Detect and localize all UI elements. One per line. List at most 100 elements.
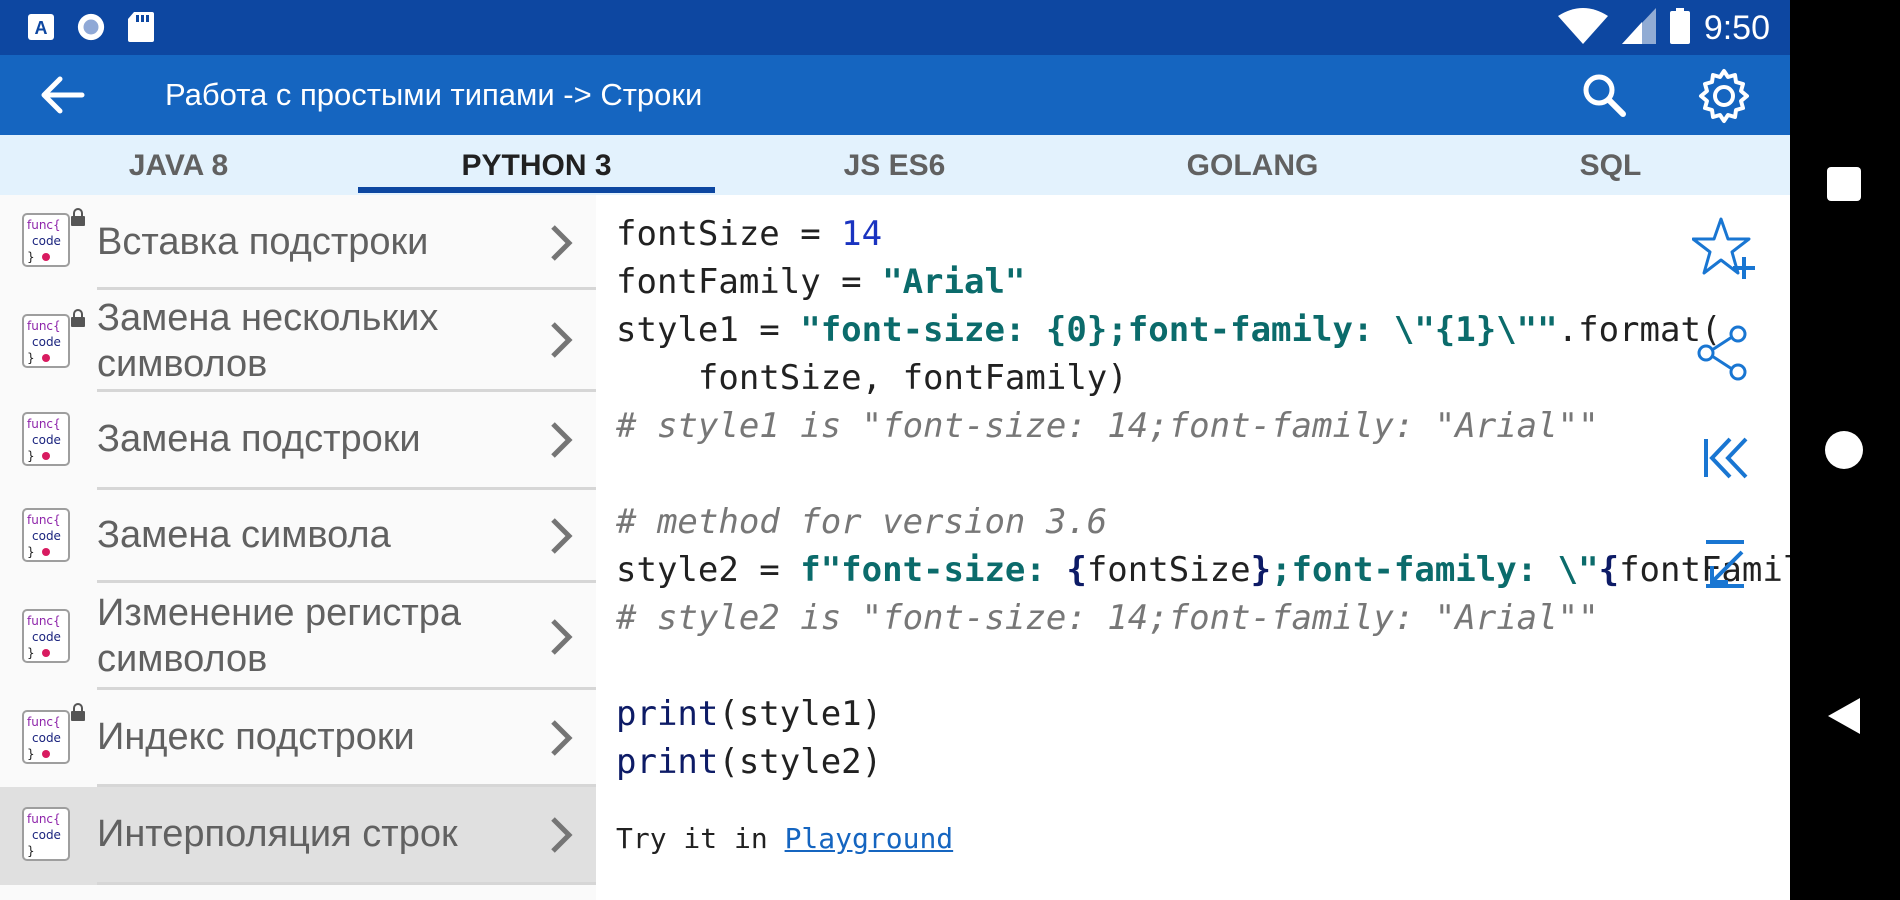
svg-text:func{: func{ (27, 513, 61, 527)
func-code-icon: func{ code } (22, 314, 70, 368)
first-page-button[interactable] (1692, 425, 1758, 491)
collapse-button[interactable] (1692, 530, 1758, 596)
func-code-icon: func{ code } (22, 710, 70, 764)
record-notification-icon (76, 12, 106, 42)
tab-golang[interactable]: GOLANG (1074, 135, 1431, 195)
svg-text:}: } (27, 545, 35, 559)
list-item-label: Замена символа (97, 514, 391, 556)
lock-icon (71, 208, 85, 226)
func-code-icon: func{ code } (22, 213, 70, 267)
svg-text:code: code (32, 731, 61, 745)
svg-text:func{: func{ (27, 715, 61, 729)
func-code-icon: func{ code } (22, 609, 70, 663)
language-tabs: JAVA 8 PYTHON 3 JS ES6 GOLANG SQL (0, 135, 1790, 195)
list-item-replace-char[interactable]: func{ code } Замена символа (0, 490, 596, 583)
chevron-right-icon (551, 817, 573, 853)
list-item-string-interpolation[interactable]: func{ code } Интерполяция строк (0, 787, 596, 885)
list-item-substring-index[interactable]: func{ code } Индекс подстроки (0, 690, 596, 787)
svg-text:code: code (32, 234, 61, 248)
tab-js-es6[interactable]: JS ES6 (716, 135, 1073, 195)
share-button[interactable] (1692, 320, 1758, 386)
svg-text:code: code (32, 529, 61, 543)
back-nav-button[interactable] (1826, 696, 1862, 736)
share-icon (1697, 325, 1747, 381)
star-plus-icon (1691, 217, 1755, 279)
svg-text:}: } (27, 844, 35, 858)
svg-text:}: } (27, 449, 35, 463)
tab-java8[interactable]: JAVA 8 (0, 135, 357, 195)
func-code-icon: func{ code } (22, 807, 70, 861)
code-line: style2 = f"font-size: {fontSize};font-fa… (616, 550, 1790, 590)
search-icon (1583, 74, 1626, 117)
status-clock: 9:50 (1703, 9, 1770, 47)
code-line: fontSize, fontFamily) (616, 358, 1128, 398)
svg-text:}: } (27, 646, 35, 660)
code-sample: fontSize = 14 fontFamily = "Arial" style… (616, 210, 1790, 900)
code-comment: # method for version 3.6 (616, 502, 1108, 542)
code-line: print(style2) (616, 742, 883, 782)
cell-signal-icon (1621, 8, 1656, 49)
list-item-replace-substring[interactable]: func{ code } Замена подстроки (0, 392, 596, 490)
list-item-change-case[interactable]: func{ code } Изменение регистра символов (0, 583, 596, 690)
chevron-right-icon (551, 720, 573, 756)
svg-text:code: code (32, 433, 61, 447)
search-button[interactable] (1580, 71, 1628, 119)
home-button[interactable] (1824, 430, 1864, 470)
svg-text:A: A (35, 18, 48, 38)
code-line: style1 = "font-size: {0};font-family: \"… (616, 310, 1722, 350)
list-item-replace-multiple-chars[interactable]: func{ code } Замена нескольких символов (0, 290, 596, 392)
list-item-label: Вставка подстроки (97, 221, 429, 263)
code-comment: # style2 is "font-size: 14;font-family: … (616, 598, 1599, 638)
func-code-icon: func{ code } (22, 412, 70, 466)
list-item-label: Изменение регистра символов (97, 592, 462, 680)
func-code-icon: func{ code } (22, 508, 70, 562)
arrow-back-icon (41, 76, 85, 114)
playground-link[interactable]: Playground (785, 822, 954, 855)
lock-icon (71, 703, 85, 721)
svg-text:}: } (27, 747, 35, 761)
list-item-label: Замена нескольких символов (97, 297, 439, 385)
code-line: fontSize = 14 (616, 214, 883, 254)
try-it-line: Try it in Playground (616, 822, 953, 855)
svg-text:func{: func{ (27, 614, 61, 628)
add-favorite-button[interactable] (1691, 215, 1758, 281)
list-item-label: Индекс подстроки (97, 716, 415, 758)
back-button[interactable] (38, 73, 86, 117)
gear-icon (1699, 69, 1749, 123)
svg-text:func{: func{ (27, 218, 61, 232)
app-bar: Работа с простыми типами -> Строки (0, 55, 1790, 135)
topic-list: func{ code } Вставка подстроки func{ cod… (0, 195, 596, 900)
tab-sql[interactable]: SQL (1432, 135, 1789, 195)
code-line: fontFamily = "Arial" (616, 262, 1026, 302)
app-notification-icon: A (26, 12, 56, 42)
lock-icon (71, 309, 85, 327)
status-bar: A 9:50 (0, 0, 1790, 55)
list-divider (97, 882, 596, 885)
code-comment: # style1 is "font-size: 14;font-family: … (616, 406, 1599, 446)
system-nav-bar (1790, 0, 1900, 900)
battery-icon (1669, 8, 1690, 49)
try-it-text: Try it in (616, 822, 785, 855)
svg-text:}: } (27, 351, 35, 365)
svg-text:code: code (32, 630, 61, 644)
settings-button[interactable] (1695, 67, 1753, 125)
list-item-insert-substring[interactable]: func{ code } Вставка подстроки (0, 195, 596, 290)
collapse-down-icon (1706, 540, 1744, 588)
svg-text:}: } (27, 250, 35, 264)
app-screen: A 9:50 Работа с простыми типами -> Строк… (0, 0, 1790, 900)
svg-text:code: code (32, 335, 61, 349)
chevron-right-icon (551, 619, 573, 655)
recent-apps-button[interactable] (1826, 166, 1862, 202)
svg-text:func{: func{ (27, 319, 61, 333)
list-item-label: Замена подстроки (97, 418, 421, 460)
first-page-icon (1704, 437, 1748, 479)
sd-card-icon (126, 12, 156, 42)
svg-text:func{: func{ (27, 812, 61, 826)
chevron-right-icon (551, 518, 573, 554)
chevron-right-icon (551, 422, 573, 458)
page-title: Работа с простыми типами -> Строки (165, 77, 703, 112)
active-tab-indicator (358, 187, 715, 193)
tab-python3[interactable]: PYTHON 3 (358, 135, 715, 195)
svg-text:func{: func{ (27, 417, 61, 431)
svg-text:code: code (32, 828, 61, 842)
